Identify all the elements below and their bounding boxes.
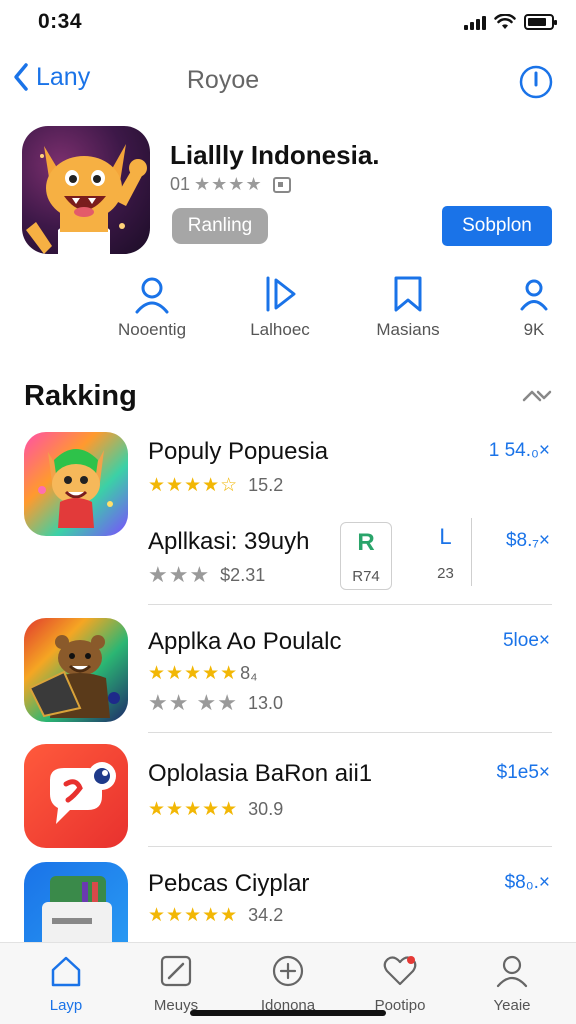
rating-stars: ★★★★: [194, 174, 263, 194]
app-rating: 01 ★★★★: [170, 174, 291, 195]
item-title: Applka Ao Poulalc: [148, 628, 342, 655]
home-icon: [51, 956, 81, 987]
tab-meuys[interactable]: Meuys: [126, 951, 226, 1014]
mini-card[interactable]: L 23: [420, 518, 472, 586]
app-header: Liallly Indonesia. 01 ★★★★ Ranling Sobpl…: [22, 126, 554, 258]
meta-label: Lalhoec: [250, 320, 310, 339]
status-icons: [464, 14, 557, 30]
tab-pootipo[interactable]: Pootipo: [350, 951, 450, 1014]
rating-stars: ★★★★☆: [148, 475, 239, 496]
mini-card-glyph: L: [439, 524, 452, 549]
fox-mascot-icon: [26, 144, 147, 254]
chat-bubble-icon: [50, 762, 116, 824]
item-rating: ★★★★★ 34.2: [148, 904, 283, 927]
rating-stars: ★★★★★: [148, 663, 239, 684]
tab-yeaie[interactable]: Yeaie: [462, 951, 562, 1014]
item-title: Pebcas Ciyplar: [148, 870, 310, 897]
meta-label: Masians: [376, 320, 440, 339]
divider: [148, 846, 552, 847]
rating-value: 30.9: [248, 799, 284, 819]
item-rating: ★★ ★★ 13.0: [148, 690, 283, 716]
meta-item-lalhoec[interactable]: Lalhoec: [220, 272, 340, 340]
divider: [148, 604, 552, 605]
status-time: 0:34: [38, 10, 83, 33]
status-bar: 0:34: [0, 0, 576, 48]
item-price[interactable]: $1e5×: [497, 762, 550, 784]
item-price[interactable]: 5loe×: [503, 630, 550, 652]
item-rating: ★★★★★ 30.9: [148, 798, 283, 821]
get-button[interactable]: Sobplon: [442, 206, 552, 246]
rating-value: $2.31: [220, 564, 266, 585]
rating-value: 13.0: [248, 692, 284, 713]
item-price[interactable]: $8₀.×: [505, 872, 550, 894]
rating-stars: ★★★★★: [148, 905, 239, 926]
item-rating: ★★★★☆ 15.2: [148, 474, 283, 497]
battery-icon: [524, 14, 557, 30]
bear-character-icon: [28, 635, 120, 718]
heart-icon: [383, 956, 417, 986]
item-title: Oplolasia BaRon aii1: [148, 760, 373, 787]
user-icon: [520, 279, 548, 311]
app-icon[interactable]: [22, 126, 150, 254]
section-title: Rakking: [24, 380, 137, 412]
tab-layp[interactable]: Layp: [16, 951, 116, 1014]
item-title: Populy Popuesia: [148, 438, 329, 465]
rating-prefix: 01: [170, 174, 191, 194]
rating-stars: ★★★: [148, 562, 211, 587]
rating-value: 15.2: [248, 475, 284, 495]
rating-stars: ★★★★★: [148, 799, 239, 820]
nav-title-text: Royoe: [186, 66, 260, 94]
play-icon: [266, 276, 296, 312]
wifi-icon: [494, 14, 516, 29]
mini-card-label: R74: [352, 568, 380, 585]
item-rating: ★★★ $2.31: [148, 562, 265, 588]
meta-label: 9K: [523, 320, 545, 339]
edit-icon: [160, 955, 192, 987]
rating-suffix: 8₄: [240, 663, 258, 683]
age-badge-icon: [272, 176, 291, 193]
item-price[interactable]: 1 54.₀×: [489, 440, 550, 462]
chevron-more-icon[interactable]: [522, 388, 552, 404]
app-name: Liallly Indonesia.: [170, 140, 380, 170]
meta-label: Nooentig: [117, 320, 187, 339]
plus-icon: [272, 955, 304, 987]
meta-item-9k[interactable]: 9K: [474, 272, 576, 340]
nav-title: Royoe: [0, 66, 576, 95]
rating-value: 34.2: [248, 905, 284, 925]
item-price[interactable]: $8.₇×: [506, 530, 550, 552]
rating-stars: ★★ ★★: [148, 690, 239, 715]
tab-idonona[interactable]: Idonona: [238, 951, 338, 1014]
home-indicator[interactable]: [190, 1010, 386, 1016]
info-icon[interactable]: [518, 64, 554, 100]
item-title: Apllkasi: 39uyh: [148, 528, 310, 555]
app-icon: [24, 744, 128, 848]
app-icon: [24, 618, 128, 722]
item-rating-gold: ★★★★★ 8₄: [148, 662, 258, 685]
meta-item-nooentig[interactable]: Nooentig: [92, 272, 212, 340]
divider: [148, 732, 552, 733]
cellular-signal-icon: [464, 14, 486, 30]
meta-row: Nooentig Lalhoec Masians 9K: [0, 272, 576, 352]
fox-character-icon: [38, 449, 113, 528]
nav-bar: Lany Royoe: [0, 58, 576, 106]
meta-item-masians[interactable]: Masians: [348, 272, 468, 340]
person-icon: [496, 955, 528, 988]
person-icon: [135, 277, 169, 314]
app-icon: [24, 432, 128, 536]
tab-label: Yeaie: [493, 997, 531, 1014]
tab-label: Layp: [49, 997, 83, 1014]
ranking-button[interactable]: Ranling: [172, 208, 268, 244]
mini-card-label: 23: [437, 565, 454, 582]
mini-card-glyph: R: [357, 529, 375, 556]
bookmark-icon: [394, 276, 422, 312]
mini-card[interactable]: R R74: [340, 522, 392, 590]
